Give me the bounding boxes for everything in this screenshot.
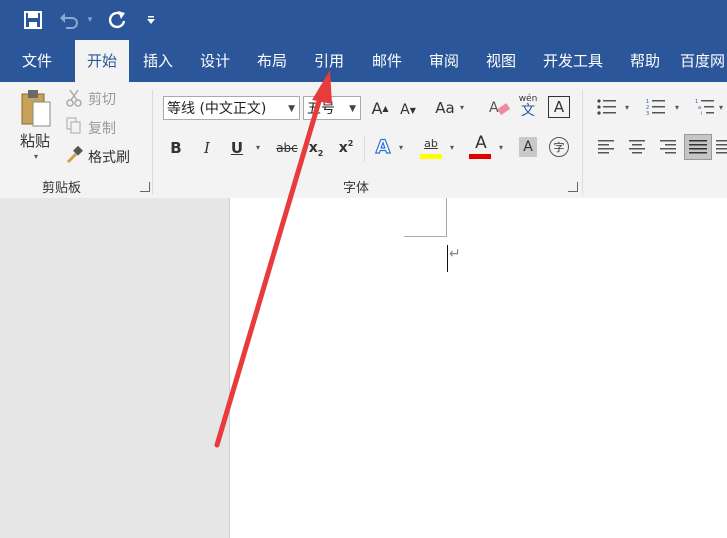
baidu-paw-icon [606, 459, 641, 493]
watermark-url: jingyan.baidu.com [580, 508, 691, 522]
watermark-product: 经验 [642, 480, 687, 505]
